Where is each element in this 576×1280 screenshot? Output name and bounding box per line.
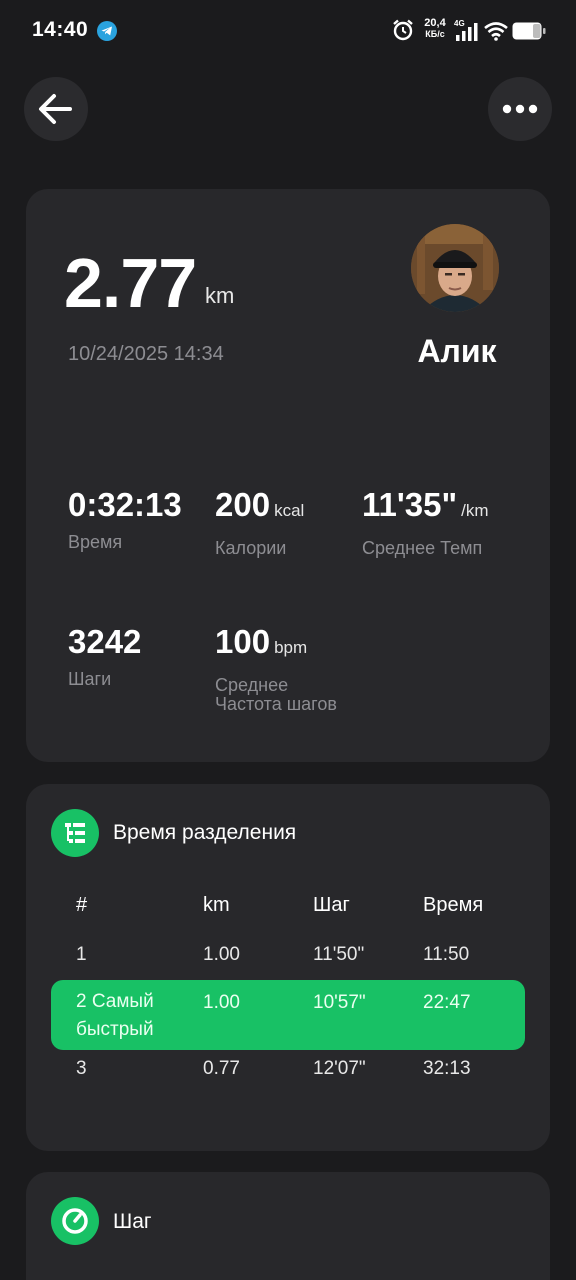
signal-icon (456, 23, 478, 41)
pace-card: Шаг (26, 1172, 550, 1280)
stat-steps: 3242 Шаги (68, 623, 142, 689)
battery-icon (512, 22, 546, 40)
network-speed: 20,4 КБ/с (424, 17, 446, 40)
workout-date-time: 10/24/2025 14:34 (68, 343, 224, 365)
telegram-icon (97, 21, 117, 41)
distance-unit: km (205, 283, 235, 308)
more-dots-icon (502, 104, 538, 114)
alarm-icon (393, 19, 413, 41)
status-bar: 14:40 20,4 КБ/с 4G (0, 0, 576, 62)
splits-list-icon (51, 809, 99, 857)
stat-duration: 0:32:13 Время (68, 486, 182, 552)
more-options-button[interactable] (488, 77, 552, 141)
table-row: 3 0.77 12'07" 32:13 (76, 1058, 471, 1079)
table-row-fastest: 2 Самый быстрый 1.00 10'57" 22:47 (51, 980, 525, 1050)
splits-card: Время разделения # km Шаг Время 1 1.00 1… (26, 784, 550, 1151)
pace-title: Шаг (113, 1210, 152, 1233)
avatar[interactable] (411, 224, 499, 312)
table-row: 1 1.00 11'50" 11:50 (76, 944, 470, 965)
stat-calories: 200 kcal Калории (215, 486, 305, 558)
arrow-left-icon (39, 94, 72, 124)
speedometer-icon (51, 1197, 99, 1245)
user-name: Алик (417, 333, 497, 369)
table-header-row: # km Шаг Время (76, 894, 484, 916)
splits-title: Время разделения (113, 821, 297, 844)
workout-summary-card: 2.77 km 10/24/2025 14:34 Алик 0:32:13 Вр… (26, 189, 550, 762)
status-time: 14:40 (32, 18, 89, 41)
workout-detail-screen: 14:40 20,4 КБ/с 4G 2.77 km 10/24/2025 14… (0, 0, 576, 1280)
distance-value: 2.77 (64, 244, 197, 322)
stat-cadence: 100 bpm Среднее Частота шагов (215, 623, 337, 714)
stat-avg-pace: 11'35"/km Среднее Темп (362, 486, 489, 558)
back-button[interactable] (24, 77, 88, 141)
wifi-icon (484, 22, 508, 41)
